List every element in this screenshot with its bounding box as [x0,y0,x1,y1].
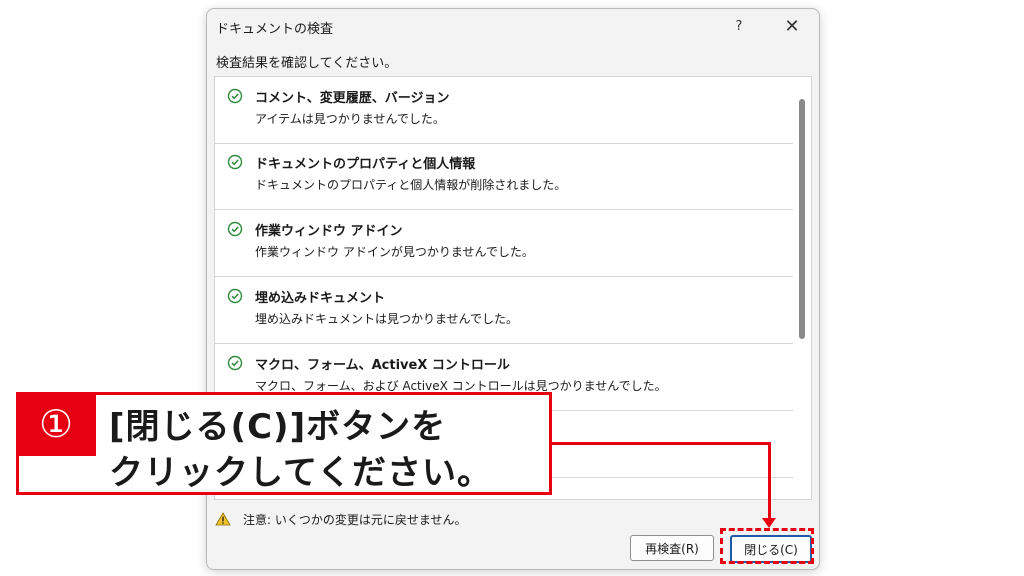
result-title: ドキュメントのプロパティと個人情報 [255,157,476,172]
check-circle-icon [227,288,243,304]
help-button[interactable]: ? [725,13,753,39]
result-title: コメント、変更履歴、バージョン [255,91,450,106]
dialog-title: ドキュメントの検査 [216,22,334,37]
result-description: アイテムは見つかりませんでした。 [255,112,445,126]
step-number-badge: ① [16,392,96,456]
reinspect-button[interactable]: 再検査(R) [630,535,714,561]
close-icon[interactable]: ✕ [778,13,806,39]
instruction-text: 検査結果を確認してください。 [216,56,398,71]
check-circle-icon [227,355,243,371]
check-circle-icon [227,154,243,170]
callout-connector [768,442,771,524]
callout-connector [552,442,771,445]
highlight-box [720,528,814,564]
result-title: 作業ウィンドウ アドイン [255,224,403,239]
warning-triangle-icon [215,512,231,526]
result-title: マクロ、フォーム、ActiveX コントロール [255,358,510,373]
arrow-down-icon [762,518,776,528]
result-description: 埋め込みドキュメントは見つかりませんでした。 [255,312,519,326]
callout-line-2: クリックしてください。 [109,453,492,493]
check-circle-icon [227,221,243,237]
result-item: 埋め込みドキュメント 埋め込みドキュメントは見つかりませんでした。 [215,277,793,344]
result-item: コメント、変更履歴、バージョン アイテムは見つかりませんでした。 [215,77,793,144]
result-item: ドキュメントのプロパティと個人情報 ドキュメントのプロパティと個人情報が削除され… [215,143,793,210]
check-circle-icon [227,88,243,104]
result-title: 埋め込みドキュメント [255,291,386,306]
instruction-callout: ① [閉じる(C)]ボタンを クリックしてください。 [16,392,552,495]
callout-line-1: [閉じる(C)]ボタンを [109,407,447,447]
result-description: ドキュメントのプロパティと個人情報が削除されました。 [255,178,567,192]
scrollbar-thumb[interactable] [799,99,805,339]
title-bar: ドキュメントの検査 ? ✕ [207,9,819,43]
warning-text: 注意: いくつかの変更は元に戻せません。 [243,513,467,527]
result-description: 作業ウィンドウ アドインが見つかりませんでした。 [255,245,534,259]
result-item: 作業ウィンドウ アドイン 作業ウィンドウ アドインが見つかりませんでした。 [215,210,793,277]
